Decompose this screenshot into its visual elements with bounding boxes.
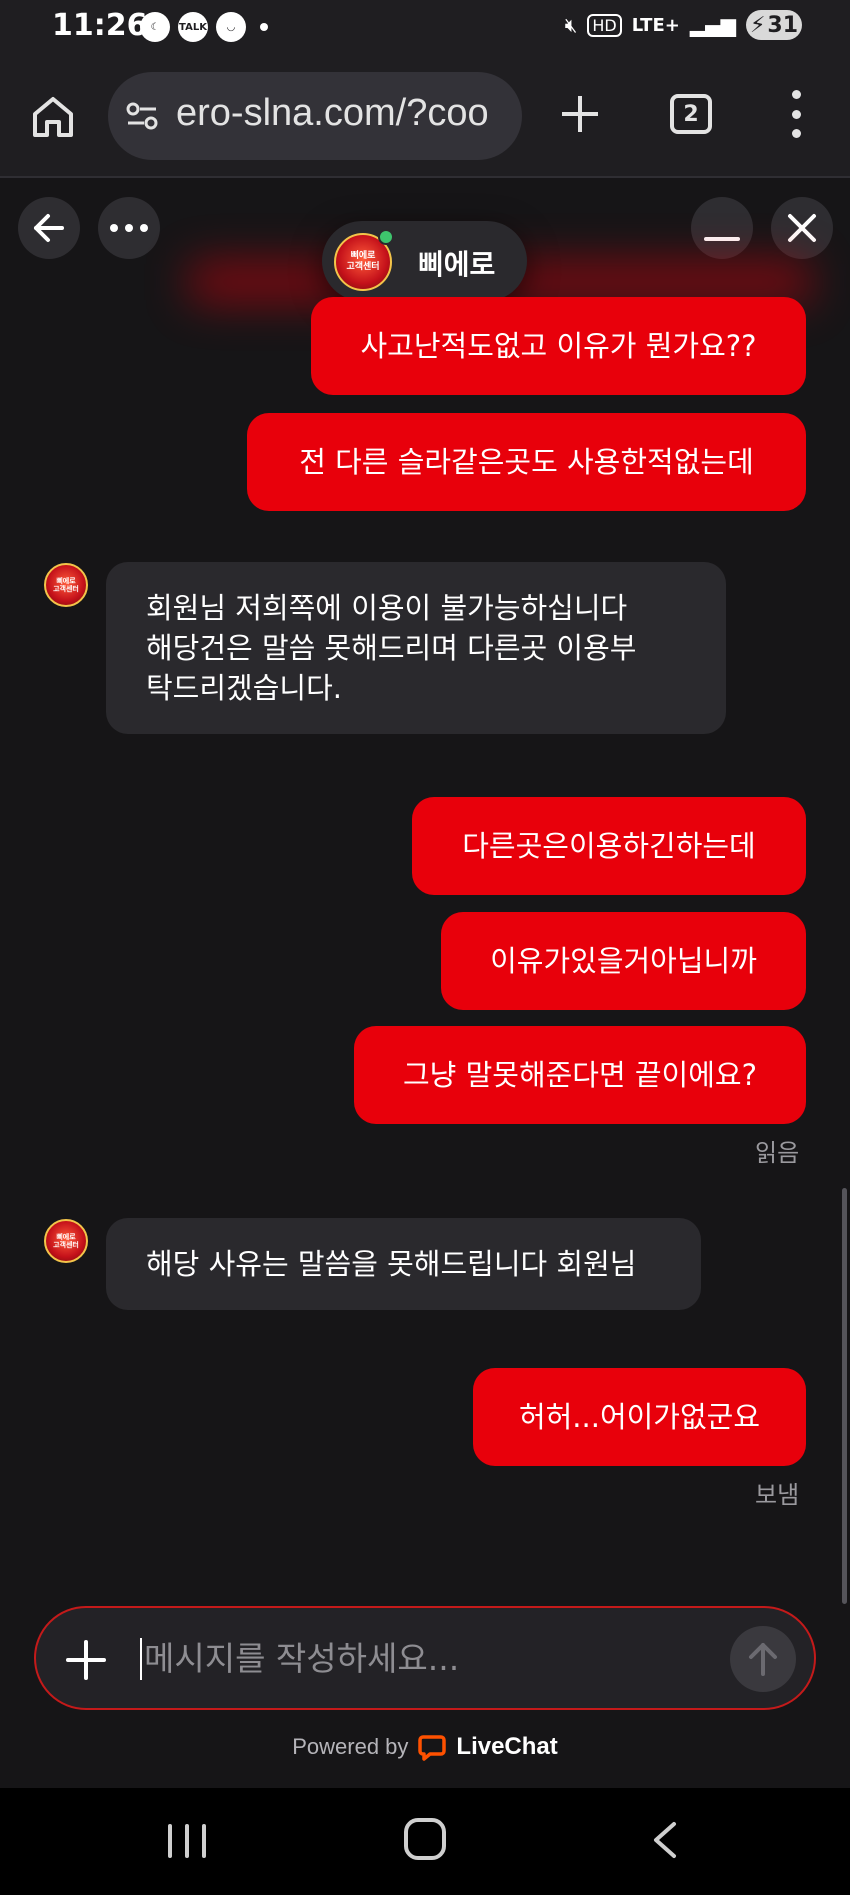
home-nav-icon[interactable]	[404, 1818, 446, 1860]
arrow-left-icon	[34, 214, 64, 242]
message-line: 해당 사유는 말씀을 못해드립니다 회원님	[146, 1247, 637, 1281]
message-line: 탁드리겠습니다.	[146, 671, 342, 705]
more-notifications-dot	[260, 23, 268, 31]
message-line: 회원님 저희쪽에 이용이 불가능하십니다	[146, 591, 628, 625]
system-icons: 🔇︎ HD LTE+ ▂▄▆ ⚡ 31	[565, 10, 802, 40]
message-visitor: 허허...어이가없군요	[473, 1368, 806, 1466]
site-settings-icon[interactable]	[124, 98, 160, 134]
hd-icon: HD	[587, 13, 622, 37]
network-type: LTE+	[631, 14, 680, 36]
powered-by-text: Powered by	[292, 1734, 409, 1759]
address-bar[interactable]: ero-slna.com/?coo	[108, 72, 522, 160]
ellipsis-icon	[110, 224, 148, 232]
avatar-label: 삐에로 고객센터	[53, 1233, 79, 1249]
battery-icon: ⚡ 31	[746, 10, 802, 40]
message-text: 그냥 말못해준다면 끝이에요?	[403, 1058, 757, 1092]
message-visitor: 전 다른 슬라같은곳도 사용한적없는데	[247, 413, 806, 511]
message-input[interactable]	[144, 1628, 704, 1688]
online-status-dot	[378, 229, 394, 245]
minimize-button[interactable]	[691, 197, 753, 259]
agent-name: 삐에로	[418, 248, 496, 281]
agent-info[interactable]: 삐에로 고객센터 삐에로	[322, 221, 527, 301]
message-text: 허허...어이가없군요	[518, 1400, 761, 1434]
browser-toolbar: ero-slna.com/?coo 2	[0, 56, 850, 178]
recent-apps-icon[interactable]	[168, 1824, 206, 1858]
avatar-label: 삐에로 고객센터	[53, 577, 79, 593]
moon-icon: ☾	[140, 12, 170, 42]
powered-by[interactable]: Powered by LiveChat	[0, 1733, 850, 1761]
message-visitor: 그냥 말못해준다면 끝이에요?	[354, 1026, 806, 1124]
arrow-up-icon	[749, 1643, 777, 1676]
battery-level: 31	[767, 12, 799, 38]
message-agent: 해당 사유는 말씀을 못해드립니다 회원님	[106, 1218, 701, 1310]
sent-receipt: 보냄	[755, 1481, 800, 1509]
more-options-button[interactable]	[98, 197, 160, 259]
back-button[interactable]	[18, 197, 80, 259]
message-text: 이유가있을거아닙니까	[490, 944, 757, 978]
message-composer	[34, 1606, 816, 1710]
livechat-logo-icon	[418, 1735, 447, 1761]
message-agent: 회원님 저희쪽에 이용이 불가능하십니다 해당건은 말씀 못해드리며 다른곳 이…	[106, 562, 726, 734]
send-button[interactable]	[730, 1626, 796, 1692]
mute-icon: 🔇︎	[564, 13, 578, 37]
bowl-icon: ◡	[216, 12, 246, 42]
status-bar: 11:26 ☾ TALK ◡ 🔇︎ HD LTE+ ▂▄▆ ⚡ 31	[0, 0, 850, 56]
minimize-icon	[704, 237, 740, 241]
url-text[interactable]: ero-slna.com/?coo	[176, 92, 489, 135]
message-visitor: 다른곳은이용하긴하는데	[412, 797, 806, 895]
message-visitor: 이유가있을거아닙니까	[441, 912, 806, 1010]
close-button[interactable]	[771, 197, 833, 259]
message-line: 해당건은 말씀 못해드리며 다른곳 이용부	[146, 631, 637, 665]
charging-icon: ⚡	[749, 12, 766, 38]
close-icon	[788, 214, 816, 242]
livechat-brand: LiveChat	[456, 1733, 558, 1760]
message-visitor: 사고난적도없고 이유가 뭔가요??	[311, 297, 806, 395]
signal-icon: ▂▄▆	[689, 13, 736, 37]
read-receipt: 읽음	[755, 1139, 800, 1167]
agent-avatar: 삐에로 고객센터	[44, 563, 88, 607]
browser-menu-icon[interactable]	[782, 90, 810, 138]
attach-plus-icon[interactable]	[64, 1638, 108, 1682]
new-tab-icon[interactable]	[558, 92, 602, 136]
system-navigation-bar	[0, 1788, 850, 1895]
scrollbar[interactable]	[842, 1188, 847, 1604]
back-nav-icon[interactable]	[650, 1820, 680, 1860]
message-text: 다른곳은이용하긴하는데	[462, 829, 756, 863]
message-text: 사고난적도없고 이유가 뭔가요??	[360, 329, 757, 363]
home-icon[interactable]	[30, 94, 76, 140]
agent-avatar: 삐에로 고객센터	[44, 1219, 88, 1263]
message-text: 전 다른 슬라같은곳도 사용한적없는데	[299, 445, 754, 479]
talk-icon: TALK	[178, 12, 208, 42]
text-caret	[140, 1638, 142, 1680]
notification-icons: ☾ TALK ◡	[140, 12, 268, 42]
avatar-label: 삐에로 고객센터	[346, 251, 380, 272]
status-time: 11:26	[52, 8, 148, 43]
tab-switcher-button[interactable]: 2	[670, 94, 712, 134]
